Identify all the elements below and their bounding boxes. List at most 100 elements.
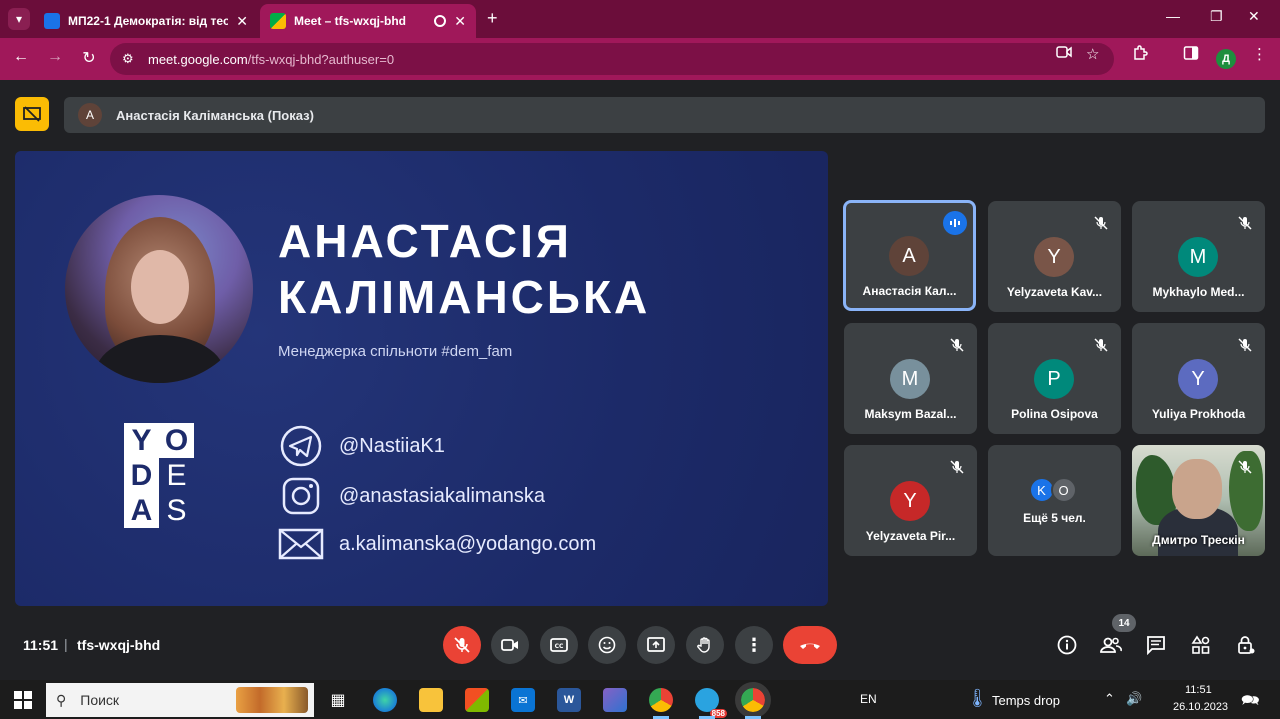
- host-controls-button[interactable]: [1234, 633, 1258, 657]
- reload-button[interactable]: ↻: [78, 48, 100, 68]
- email-address: a.kalimanska@yodango.com: [339, 532, 597, 555]
- more-options-button[interactable]: ⋮: [735, 626, 773, 664]
- participant-name: Анастасія Кал...: [862, 284, 957, 298]
- raise-hand-button[interactable]: [686, 626, 724, 664]
- extensions-icon[interactable]: [1132, 45, 1148, 65]
- participant-avatar: M: [1178, 237, 1218, 277]
- leave-call-button[interactable]: [783, 626, 837, 664]
- presentation-off-icon: [23, 106, 41, 122]
- camera-icon: [501, 639, 518, 651]
- browser-menu-icon[interactable]: ⋮: [1252, 45, 1267, 63]
- chat-button[interactable]: [1144, 633, 1168, 657]
- site-info-icon[interactable]: ⚙: [122, 51, 140, 67]
- weather-text[interactable]: Temps drop: [992, 693, 1060, 708]
- speaking-indicator-icon: [943, 211, 967, 235]
- people-button[interactable]: [1099, 633, 1123, 657]
- maximize-button[interactable]: ❐: [1210, 8, 1223, 25]
- meeting-time: 11:51: [23, 637, 59, 653]
- close-tab-icon[interactable]: ✕: [454, 13, 466, 30]
- notification-icon[interactable]: 🗪: [1241, 690, 1260, 715]
- close-window-button[interactable]: ✕: [1248, 8, 1260, 25]
- chrome-icon[interactable]: [649, 688, 673, 712]
- forward-button[interactable]: →: [44, 48, 66, 66]
- close-tab-icon[interactable]: ✕: [236, 13, 248, 30]
- speaker-name-line2: КАЛІМАНСЬКА: [278, 271, 651, 323]
- participant-tile[interactable]: Y Yelyzaveta Kav...: [988, 201, 1121, 312]
- participant-tile[interactable]: A Анастасія Кал...: [843, 200, 976, 311]
- participant-avatar: Y: [1178, 359, 1218, 399]
- taskbar-date[interactable]: 26.10.2023: [1173, 701, 1228, 713]
- lock-person-icon: [1238, 636, 1255, 654]
- mic-off-icon: [945, 455, 969, 479]
- captions-icon: CC: [550, 638, 568, 652]
- participant-tile[interactable]: M Mykhaylo Med...: [1132, 201, 1265, 312]
- participant-name: Yelyzaveta Pir...: [865, 529, 956, 543]
- search-highlight-image: [236, 687, 308, 713]
- profile-avatar[interactable]: Д: [1216, 49, 1236, 69]
- speaker-name-line1: АНАСТАСІЯ: [278, 215, 572, 267]
- participant-avatar: O: [1050, 477, 1077, 503]
- bookmark-star-icon[interactable]: ☆: [1086, 45, 1099, 63]
- camera-permission-icon[interactable]: [1056, 45, 1072, 63]
- file-explorer-icon[interactable]: [419, 688, 443, 712]
- minimize-button[interactable]: —: [1166, 8, 1180, 24]
- meet-window: A Анастасія Каліманська (Показ) АНАСТАСІ…: [0, 80, 1280, 680]
- speaker-role: Менеджерка спільноти #dem_fam: [278, 343, 513, 360]
- activities-button[interactable]: [1189, 633, 1213, 657]
- mail-icon[interactable]: ✉: [511, 688, 535, 712]
- back-button[interactable]: ←: [10, 48, 32, 66]
- store-icon[interactable]: [465, 688, 489, 712]
- meeting-code: tfs-wxqj-bhd: [77, 637, 161, 653]
- present-screen-button[interactable]: [637, 626, 675, 664]
- camera-toggle-button[interactable]: [491, 626, 529, 664]
- address-bar[interactable]: ⚙ meet.google.com/tfs-wxqj-bhd?authuser=…: [110, 43, 1114, 75]
- stop-presenting-button[interactable]: [15, 97, 49, 131]
- present-icon: [647, 637, 665, 652]
- participant-name: Maksym Bazal...: [864, 407, 957, 421]
- input-language[interactable]: EN: [860, 692, 877, 706]
- captions-button[interactable]: CC: [540, 626, 578, 664]
- participant-tile[interactable]: Y Yelyzaveta Pir...: [844, 445, 977, 556]
- more-participants-tile[interactable]: K O Ещё 5 чел.: [988, 445, 1121, 556]
- task-view-icon[interactable]: ▦: [326, 688, 350, 712]
- copilot-icon[interactable]: [603, 688, 627, 712]
- meeting-details-button[interactable]: [1055, 633, 1079, 657]
- taskbar-time[interactable]: 11:51: [1185, 684, 1212, 696]
- volume-icon[interactable]: 🔊: [1126, 691, 1142, 707]
- microphone-toggle-button[interactable]: [443, 626, 481, 664]
- participant-video-tile[interactable]: Дмитро Трескін: [1132, 445, 1265, 556]
- side-panel-icon[interactable]: [1183, 45, 1199, 65]
- classroom-favicon-icon: [44, 13, 60, 29]
- participant-tile[interactable]: P Polina Osipova: [988, 323, 1121, 434]
- more-vert-icon: ⋮: [745, 634, 763, 655]
- mail-icon: [278, 522, 324, 566]
- thermometer-icon: 🌡: [966, 688, 989, 708]
- tab-search-button[interactable]: ▾: [8, 8, 30, 30]
- mic-off-icon: [1089, 211, 1113, 235]
- mic-off-icon: [945, 333, 969, 357]
- chrome-profile-icon[interactable]: [735, 682, 771, 718]
- telegram-taskbar-icon[interactable]: 858: [695, 688, 727, 718]
- mic-off-icon: [1233, 455, 1257, 479]
- tab-meet[interactable]: Meet – tfs-wxqj-bhd ✕: [260, 4, 476, 38]
- new-tab-button[interactable]: +: [487, 8, 498, 29]
- participant-tile[interactable]: Y Yuliya Prokhoda: [1132, 323, 1265, 434]
- browser-tab-bar: ▾ МП22-1 Демократія: від теорії ✕ Meet –…: [0, 0, 1280, 38]
- tray-icons[interactable]: ⌃: [1104, 691, 1115, 707]
- taskbar-search[interactable]: ⚲ Поиск: [46, 683, 314, 717]
- participant-tile[interactable]: M Maksym Bazal...: [844, 323, 977, 434]
- participant-name: Yuliya Prokhoda: [1151, 407, 1246, 421]
- windows-start-icon[interactable]: [14, 691, 32, 709]
- participant-name: Mykhaylo Med...: [1152, 285, 1245, 299]
- activities-icon: [1191, 635, 1210, 654]
- participant-avatar: M: [890, 359, 930, 399]
- contact-email: a.kalimanska@yodango.com: [278, 522, 596, 566]
- edge-icon[interactable]: [373, 688, 397, 712]
- tab-title: МП22-1 Демократія: від теорії: [68, 14, 229, 28]
- telegram-icon: [278, 424, 324, 468]
- word-icon[interactable]: W: [557, 688, 581, 712]
- instagram-icon: [278, 474, 324, 518]
- tab-democracy[interactable]: МП22-1 Демократія: від теорії ✕: [34, 4, 258, 38]
- mic-off-icon: [454, 637, 470, 653]
- reactions-button[interactable]: [588, 626, 626, 664]
